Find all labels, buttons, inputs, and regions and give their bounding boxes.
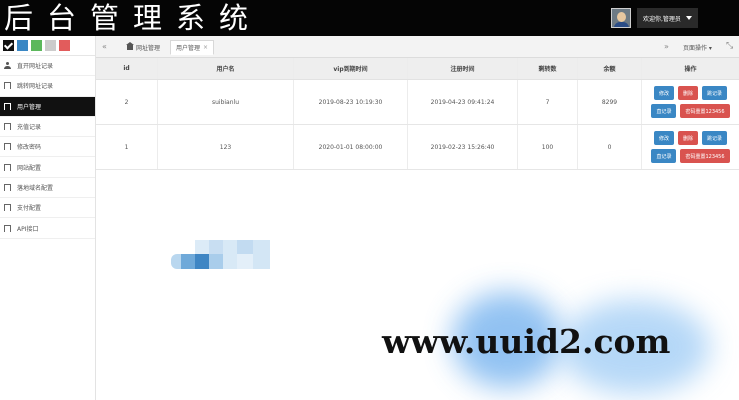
reset-password-button[interactable]: 密码重置123456 bbox=[680, 149, 730, 163]
edit-button[interactable]: 修改 bbox=[653, 131, 674, 145]
users-table: id 用户名 vip到期时间 注册时间 剩转数 余额 操作 2 suibianlu… bbox=[96, 58, 739, 170]
sidebar-item-label: 跳转网址记录 bbox=[17, 83, 54, 91]
jump-log-button[interactable]: 跳记录 bbox=[702, 86, 728, 100]
bookmark-icon bbox=[4, 224, 11, 233]
cell-username: suibianlu bbox=[158, 80, 294, 124]
page-operations-menu[interactable]: 页面操作 ▾ bbox=[683, 43, 712, 52]
direct-log-button[interactable]: 直记录 bbox=[651, 104, 677, 118]
sidebar-item-label: 支付配置 bbox=[17, 205, 42, 213]
cell-id: 1 bbox=[96, 125, 158, 169]
sidebar: 直开网址记录 跳转网址记录 用户管理充值记录修改密码网站配置落地域名配置 支付配置 AP… bbox=[0, 36, 96, 400]
column-header-actions: 操作 bbox=[684, 66, 697, 73]
cell-actions: 修改 删除 跳记录直记录 密码重置123456 bbox=[642, 125, 739, 169]
edit-button[interactable]: 修改 bbox=[653, 86, 674, 100]
column-header-vip-expire: vip到期时间 bbox=[294, 58, 408, 79]
tab-url-management[interactable]: 网址管理 bbox=[122, 40, 165, 55]
column-header-id: id bbox=[96, 58, 158, 79]
column-header-count: 剩转数 bbox=[518, 58, 578, 79]
table-row: 2 suibianlu 2019-08-23 10:19:30 2019-04-23 … bbox=[96, 80, 739, 125]
sidebar-item-2[interactable]: 用户管理 bbox=[0, 96, 95, 117]
user-avatar[interactable] bbox=[611, 8, 631, 28]
tab-label: 用户管理 bbox=[176, 45, 201, 52]
cell-id: 2 bbox=[96, 80, 158, 124]
sidebar-item-label: 落地域名配置 bbox=[17, 184, 54, 192]
column-header-balance: 余额 bbox=[578, 58, 642, 79]
sidebar-item-5[interactable]: 网站配置 bbox=[0, 157, 95, 178]
column-header-username: 用户名 bbox=[158, 58, 294, 79]
sidebar-item-label: API接口 bbox=[17, 225, 39, 233]
delete-button[interactable]: 删除 bbox=[677, 131, 698, 145]
cell-actions: 修改 删除 跳记录直记录 密码重置123456 bbox=[642, 80, 739, 124]
tab-scroll-left-icon[interactable]: « bbox=[102, 42, 107, 51]
sidebar-item-6[interactable]: 落地域名配置 bbox=[0, 178, 95, 199]
reset-password-button[interactable]: 密码重置123456 bbox=[680, 104, 730, 118]
delete-button[interactable]: 删除 bbox=[677, 86, 698, 100]
bookmark-icon bbox=[4, 204, 11, 213]
theme-swatch-black[interactable] bbox=[3, 40, 14, 51]
jump-log-button[interactable]: 跳记录 bbox=[702, 131, 728, 145]
blurred-image bbox=[171, 240, 270, 270]
user-icon bbox=[4, 62, 11, 70]
theme-swatches bbox=[0, 36, 95, 56]
theme-swatch-gray[interactable] bbox=[45, 40, 56, 51]
table-header: id 用户名 vip到期时间 注册时间 剩转数 余额 操作 bbox=[96, 58, 739, 80]
sidebar-item-label: 直开网址记录 bbox=[17, 63, 54, 71]
tab-bar: « 网址管理 用户管理 × » 页面操作 ▾ ⤡ bbox=[96, 36, 739, 58]
cell-vip-expire: 2020-01-01 08:00:00 bbox=[294, 125, 408, 169]
sidebar-item-label: 充值记录 bbox=[17, 124, 42, 132]
close-tab-icon[interactable]: × bbox=[203, 44, 208, 51]
theme-swatch-red[interactable] bbox=[59, 40, 70, 51]
bookmark-icon bbox=[4, 183, 11, 192]
sidebar-item-3[interactable]: 充值记录 bbox=[0, 117, 95, 138]
sidebar-item-label: 修改密码 bbox=[17, 144, 42, 152]
sidebar-item-7[interactable]: 支付配置 bbox=[0, 198, 95, 219]
home-icon bbox=[126, 42, 134, 50]
tab-user-management[interactable]: 用户管理 × bbox=[170, 40, 215, 55]
fullscreen-icon[interactable]: ⤡ bbox=[726, 41, 733, 51]
column-header-register-time: 注册时间 bbox=[408, 58, 518, 79]
sidebar-item-8[interactable]: API接口 bbox=[0, 218, 95, 239]
direct-log-button[interactable]: 直记录 bbox=[651, 149, 677, 163]
sidebar-item-label: 网站配置 bbox=[17, 164, 42, 172]
cell-count: 7 bbox=[518, 80, 578, 124]
caret-down-icon bbox=[685, 16, 692, 20]
cell-register-time: 2019-04-23 09:41:24 bbox=[408, 80, 518, 124]
cell-balance: 0 bbox=[578, 125, 642, 169]
cell-count: 100 bbox=[518, 125, 578, 169]
cell-balance: 8299 bbox=[578, 80, 642, 124]
tab-label: 网址管理 bbox=[136, 45, 161, 52]
bookmark-icon bbox=[4, 163, 11, 172]
theme-swatch-green[interactable] bbox=[31, 40, 42, 51]
bookmark-icon bbox=[4, 143, 11, 152]
sidebar-item-0[interactable]: 直开网址记录 bbox=[0, 56, 95, 77]
user-menu[interactable]: 欢迎你,管理员 bbox=[611, 7, 698, 29]
top-header: 后台管理系统 欢迎你,管理员 bbox=[0, 0, 739, 36]
theme-swatch-blue[interactable] bbox=[17, 40, 28, 51]
cell-register-time: 2019-02-23 15:26:40 bbox=[408, 125, 518, 169]
cell-username: 123 bbox=[158, 125, 294, 169]
bookmark-icon bbox=[4, 123, 11, 132]
tab-scroll-right-icon[interactable]: » bbox=[664, 42, 669, 51]
bookmark-icon bbox=[4, 82, 11, 91]
sidebar-item-4[interactable]: 修改密码 bbox=[0, 137, 95, 158]
sidebar-item-label: 用户管理 bbox=[17, 103, 42, 111]
sidebar-item-1[interactable]: 跳转网址记录 bbox=[0, 76, 95, 97]
sidebar-menu: 直开网址记录 跳转网址记录 用户管理充值记录修改密码网站配置落地域名配置 支付配置 AP… bbox=[0, 56, 95, 239]
user-dropdown[interactable]: 欢迎你,管理员 bbox=[637, 8, 698, 28]
table-row: 1 123 2020-01-01 08:00:00 2019-02-23 15:26:… bbox=[96, 125, 739, 170]
cell-vip-expire: 2019-08-23 10:19:30 bbox=[294, 80, 408, 124]
app-logo-title: 后台管理系统 bbox=[4, 1, 263, 35]
bookmark-icon bbox=[4, 102, 11, 111]
user-greeting: 欢迎你,管理员 bbox=[643, 15, 681, 23]
watermark-text: www.uuid2.com bbox=[382, 322, 671, 361]
